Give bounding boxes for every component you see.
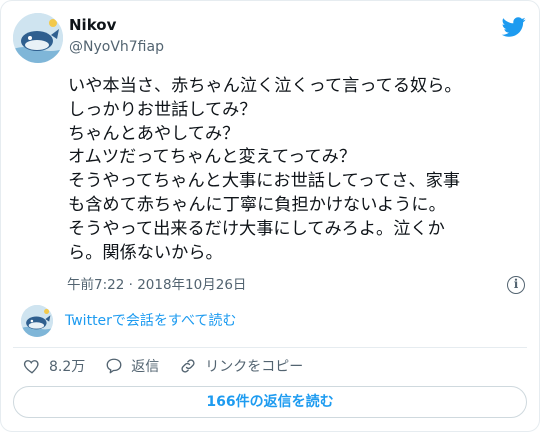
action-bar: 8.2万 返信 リンクをコピー [23, 356, 323, 376]
tweet-card: Nikov @NyoVh7fiap いや本当さ、赤ちゃん泣く泣くって言ってる奴ら… [0, 0, 540, 432]
like-count: 8.2万 [49, 359, 86, 375]
heart-icon [23, 360, 39, 374]
author-name[interactable]: Nikov [69, 15, 116, 35]
reply-icon [106, 358, 122, 374]
read-conversation-link[interactable]: Twitterで会話をすべて読む [65, 312, 236, 330]
tweet-text: いや本当さ、赤ちゃん泣く泣くって言ってる奴ら。 しっかりお世話してみ？ ちゃんと… [68, 76, 462, 263]
author-avatar[interactable] [13, 13, 63, 63]
twitter-bird-icon[interactable] [501, 15, 527, 39]
reply-button[interactable]: 返信 [105, 356, 159, 376]
divider [13, 347, 527, 348]
like-button[interactable]: 8.2万 [23, 356, 85, 376]
tweet-timestamp[interactable]: 午前7:22 · 2018年10月26日 [67, 276, 246, 294]
copy-link-label: リンクをコピー [205, 359, 304, 375]
reply-label: 返信 [131, 359, 160, 375]
info-icon[interactable]: i [507, 276, 525, 294]
author-handle[interactable]: @NyoVh7fiap [69, 38, 164, 56]
read-replies-button[interactable]: 166件の返信を読む [13, 386, 527, 418]
link-icon [181, 359, 195, 373]
conversation-avatar [21, 305, 53, 337]
copy-link-button[interactable]: リンクをコピー [179, 356, 303, 376]
